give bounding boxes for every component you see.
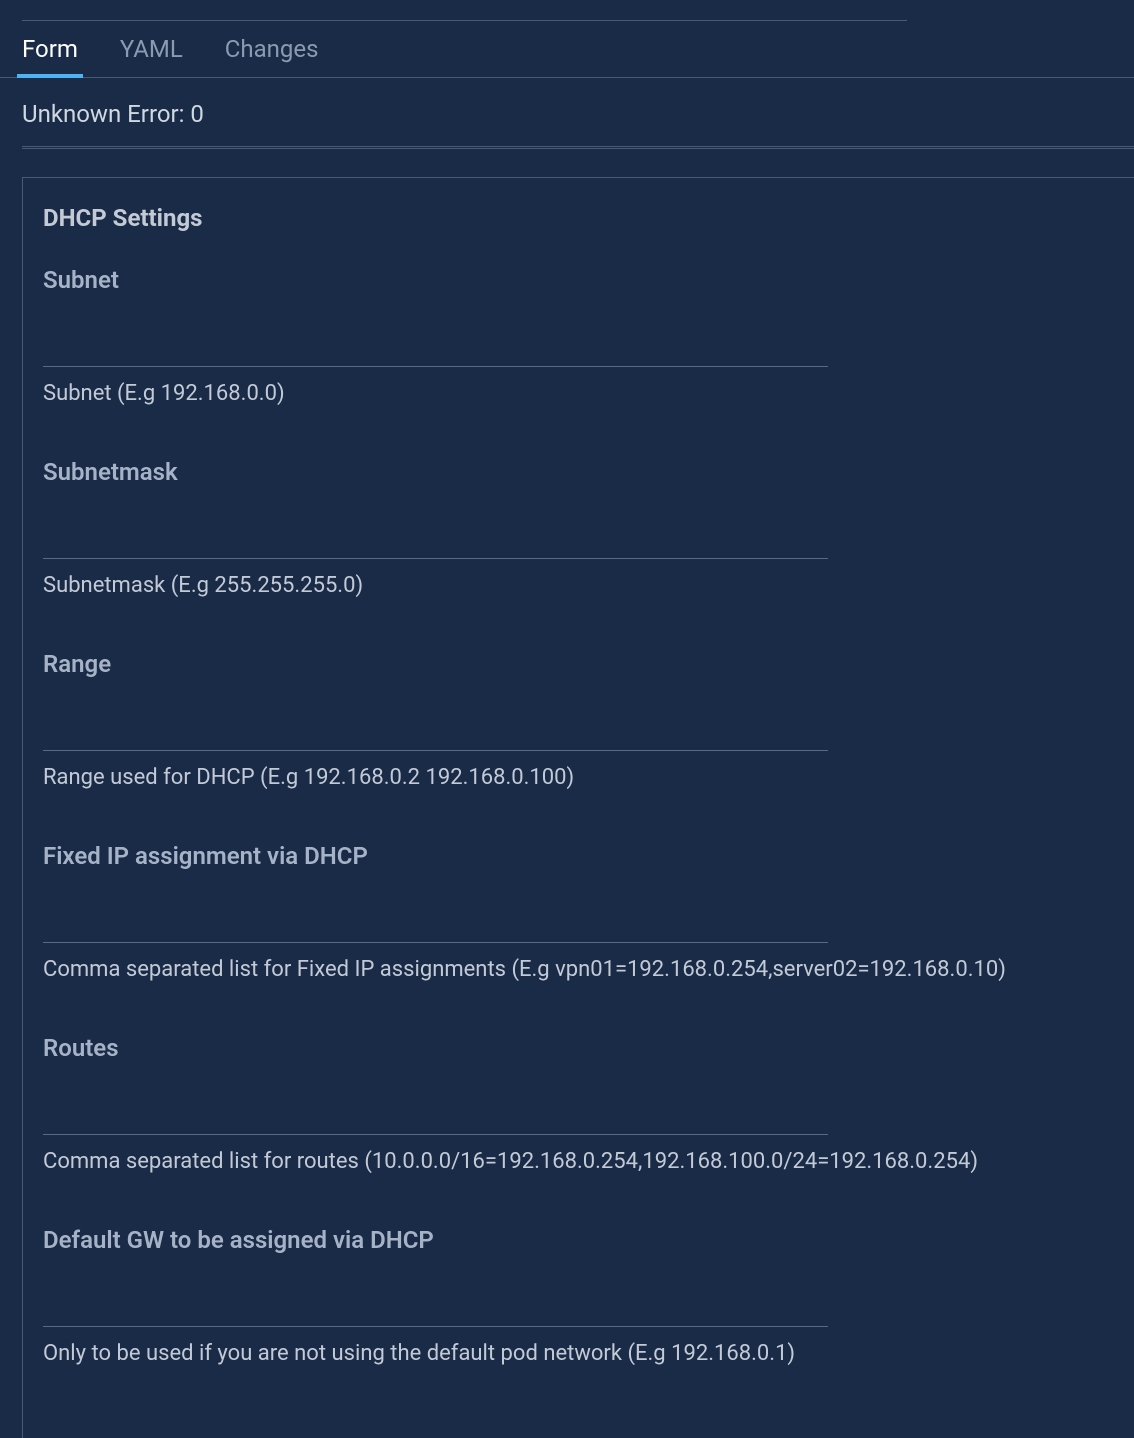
- section-divider: [22, 146, 1134, 149]
- tabs-container: Form YAML Changes: [0, 21, 1134, 78]
- field-group-fixed-ip: Fixed IP assignment via DHCP Comma separ…: [43, 842, 1114, 982]
- subnet-input[interactable]: [43, 332, 828, 367]
- dhcp-settings-panel: DHCP Settings Subnet Subnet (E.g 192.168…: [22, 177, 1134, 1438]
- routes-help: Comma separated list for routes (10.0.0.…: [43, 1149, 1114, 1174]
- fixed-ip-label: Fixed IP assignment via DHCP: [43, 842, 1114, 870]
- routes-label: Routes: [43, 1034, 1114, 1062]
- default-gw-help: Only to be used if you are not using the…: [43, 1341, 1114, 1366]
- range-input[interactable]: [43, 716, 828, 751]
- range-label: Range: [43, 650, 1114, 678]
- field-group-subnetmask: Subnetmask Subnetmask (E.g 255.255.255.0…: [43, 458, 1114, 598]
- field-group-default-gw: Default GW to be assigned via DHCP Only …: [43, 1226, 1114, 1366]
- error-message: Unknown Error: 0: [0, 78, 1134, 146]
- fixed-ip-help: Comma separated list for Fixed IP assign…: [43, 957, 1114, 982]
- field-group-routes: Routes Comma separated list for routes (…: [43, 1034, 1114, 1174]
- tab-form[interactable]: Form: [22, 35, 78, 77]
- panel-title: DHCP Settings: [43, 204, 1114, 232]
- subnetmask-label: Subnetmask: [43, 458, 1114, 486]
- tab-changes[interactable]: Changes: [225, 35, 319, 77]
- fixed-ip-input[interactable]: [43, 908, 828, 943]
- field-group-subnet: Subnet Subnet (E.g 192.168.0.0): [43, 266, 1114, 406]
- subnetmask-input[interactable]: [43, 524, 828, 559]
- default-gw-input[interactable]: [43, 1292, 828, 1327]
- default-gw-label: Default GW to be assigned via DHCP: [43, 1226, 1114, 1254]
- subnet-help: Subnet (E.g 192.168.0.0): [43, 381, 1114, 406]
- range-help: Range used for DHCP (E.g 192.168.0.2 192…: [43, 765, 1114, 790]
- subnet-label: Subnet: [43, 266, 1114, 294]
- field-group-range: Range Range used for DHCP (E.g 192.168.0…: [43, 650, 1114, 790]
- subnetmask-help: Subnetmask (E.g 255.255.255.0): [43, 573, 1114, 598]
- tab-yaml[interactable]: YAML: [120, 35, 183, 77]
- routes-input[interactable]: [43, 1100, 828, 1135]
